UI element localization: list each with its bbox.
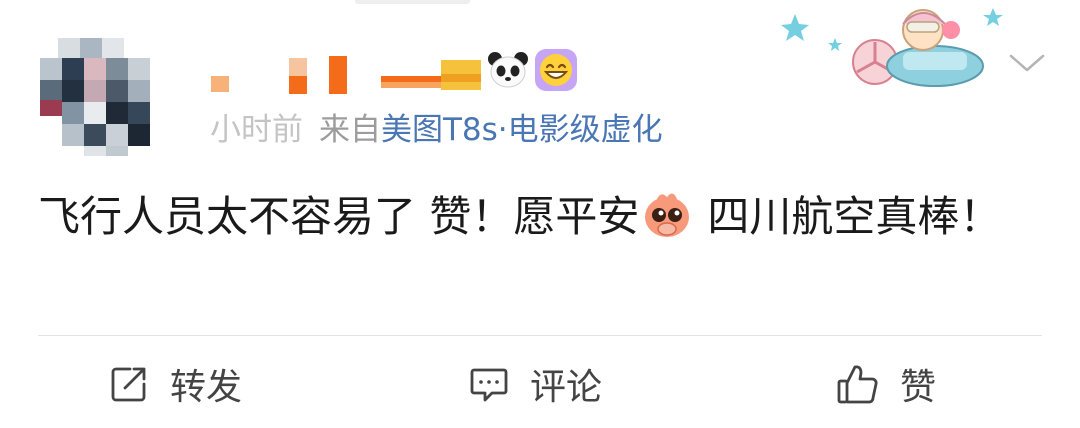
like-label: 赞: [900, 367, 937, 408]
post-meta: 小时前 来自美图T8s·电影级虚化: [210, 108, 663, 152]
comment-button[interactable]: 评论: [468, 356, 602, 412]
like-button[interactable]: 赞: [836, 356, 936, 412]
post-text-part2: 四川航空真棒！: [707, 192, 1002, 241]
chevron-down-icon[interactable]: [1008, 50, 1046, 76]
decorative-plane-sticker: [781, 8, 1003, 87]
source-label: 来自: [319, 112, 381, 148]
share-icon: [111, 367, 146, 402]
top-handle-bar: [355, 0, 470, 4]
divider: [38, 335, 1042, 336]
post-text-part1: 飞行人员太不容易了 赞！愿平安: [38, 192, 640, 241]
source-device-link[interactable]: 美图T8s·电影级虚化: [381, 112, 663, 148]
post-content: 飞行人员太不容易了 赞！愿平安 四川航空真棒！: [38, 188, 1048, 246]
repost-label: 转发: [170, 367, 243, 408]
smiley-badge-icon: [535, 49, 577, 91]
comment-label: 评论: [530, 367, 603, 408]
panda-badge-icon: [488, 52, 528, 88]
thumbs-up-icon: [837, 365, 878, 404]
post-time: 小时前: [210, 112, 303, 148]
comment-icon: [470, 368, 508, 402]
repost-button[interactable]: 转发: [108, 356, 242, 412]
shy-face-emoji-icon: [645, 193, 690, 237]
avatar[interactable]: [40, 38, 158, 156]
weibo-post-card: 小时前 来自美图T8s·电影级虚化 飞行人员太不容易了 赞！愿平安 四川航空真棒！…: [0, 0, 1080, 428]
